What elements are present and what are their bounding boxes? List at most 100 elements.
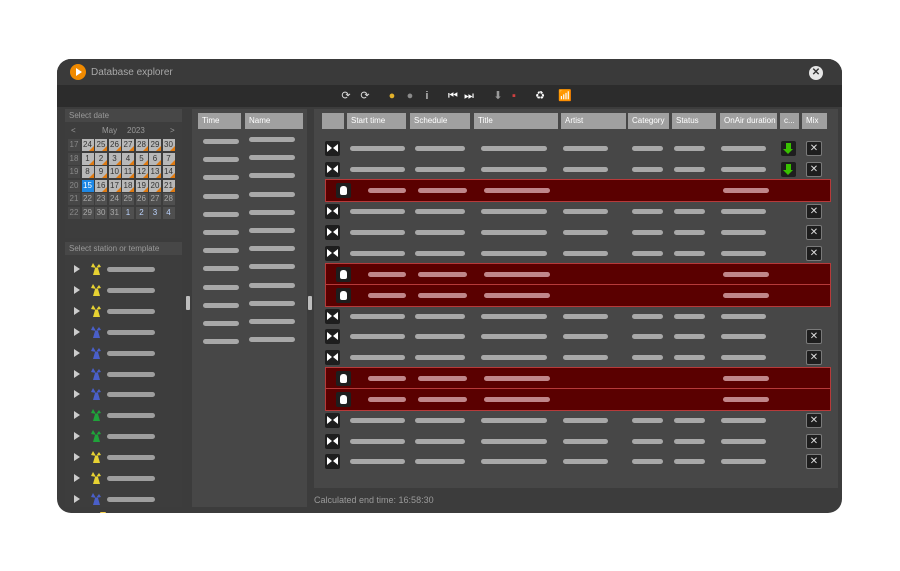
col-header[interactable]: Category [628,113,669,129]
expand-arrow-icon[interactable] [74,474,80,482]
schedule-name-cell[interactable] [249,228,295,233]
playlist-row[interactable]: ✕ [314,326,838,347]
calendar-day[interactable]: 5 [135,152,148,165]
calendar-day[interactable]: 26 [108,139,121,151]
playlist-row[interactable]: ✕ [314,222,838,243]
col-header[interactable]: Artist [561,113,626,129]
skip-first-icon[interactable]: ⏮ [446,89,460,103]
station-item[interactable] [65,364,182,385]
calendar-day[interactable]: 27 [149,193,161,205]
mix-icon[interactable]: ✕ [806,246,822,261]
mix-icon[interactable]: ✕ [806,204,822,219]
download-arrow-icon[interactable] [781,162,796,177]
schedule-time-cell[interactable] [203,248,239,254]
mix-icon[interactable]: ✕ [806,454,822,469]
playlist-row[interactable]: ✕ [314,138,838,159]
close-button[interactable]: ✕ [809,66,823,80]
schedule-time-cell[interactable] [203,193,239,199]
expand-arrow-icon[interactable] [74,306,80,315]
info-icon[interactable]: i [420,89,434,103]
schedule-name-cell[interactable] [249,209,295,215]
calendar-day[interactable]: 20 [149,179,161,192]
download-arrow-icon[interactable] [781,141,796,156]
calendar-day[interactable]: 24 [81,139,94,151]
transition-icon[interactable] [325,204,340,219]
col-header[interactable]: OnAir duration [720,113,777,129]
move-down-icon[interactable]: ⬇ [491,89,505,103]
transition-icon[interactable] [325,454,340,469]
next-month-button[interactable]: > [170,126,175,135]
station-item[interactable] [65,301,182,322]
schedule-time-cell[interactable] [203,230,239,235]
expand-arrow-icon[interactable] [74,453,80,462]
schedule-name-cell[interactable] [249,191,295,197]
schedule-time-cell[interactable] [203,175,239,181]
schedule-name-cell[interactable] [249,137,295,142]
playlist-row[interactable]: ✕ [314,159,838,180]
calendar-day[interactable]: 10 [108,166,121,178]
playlist-row[interactable]: ✕ [314,431,838,452]
calendar-day[interactable]: 29 [149,139,161,151]
calendar-day[interactable]: 31 [108,206,121,219]
schedule-time-cell[interactable] [203,321,239,326]
calendar-day[interactable]: 1 [122,206,134,219]
calendar-day[interactable]: 16 [95,179,107,192]
calendar-day[interactable]: 11 [122,166,134,178]
schedule-time-cell[interactable] [203,157,239,163]
signal-icon[interactable]: 📶 [558,89,572,103]
expand-arrow-icon[interactable] [74,327,80,336]
calendar-day[interactable]: 25 [122,193,134,205]
calendar-day[interactable]: 17 [108,179,121,192]
schedule-name-cell[interactable] [249,173,295,179]
schedule-time-cell[interactable] [203,302,239,308]
station-item[interactable] [65,405,182,426]
station-item[interactable] [65,384,182,405]
prev-month-button[interactable]: < [71,126,76,135]
expand-arrow-icon[interactable] [74,390,80,399]
playlist-row[interactable]: ✕ [314,201,838,222]
station-item[interactable] [65,510,182,513]
col-header[interactable]: Status [672,113,716,129]
schedule-name-cell[interactable] [249,264,295,270]
schedule-time-cell[interactable] [203,211,239,217]
record-disabled-icon[interactable]: ● [403,89,417,103]
calendar-day[interactable]: 21 [162,179,175,192]
transition-icon[interactable] [325,225,340,240]
schedule-time-cell[interactable] [203,339,239,345]
month-label[interactable]: May [102,126,117,135]
playlist-row[interactable] [325,367,831,390]
col-header[interactable]: Schedule [410,113,470,129]
calendar-day[interactable]: 22 [81,193,94,205]
transition-icon[interactable] [325,434,340,449]
clock-add-icon[interactable]: ⟳ [339,89,353,103]
transition-icon[interactable] [325,141,340,156]
calendar-day[interactable]: 30 [162,139,175,151]
right-splitter-handle[interactable] [308,296,312,310]
calendar-day[interactable]: 4 [122,152,134,165]
col-header-name[interactable]: Name [245,113,303,129]
transition-icon[interactable] [325,329,340,344]
year-label[interactable]: 2023 [127,126,145,135]
schedule-name-cell[interactable] [249,246,295,252]
calendar-day[interactable]: 4 [162,206,175,219]
skip-last-icon[interactable]: ⏭ [462,89,476,103]
playlist-row[interactable] [325,263,831,286]
transition-icon[interactable] [325,246,340,261]
station-item[interactable] [65,468,182,489]
expand-arrow-icon[interactable] [74,411,80,420]
station-item[interactable] [65,426,182,447]
calendar-day[interactable]: 8 [81,166,94,178]
calendar-day[interactable]: 3 [108,152,121,165]
playlist-row[interactable] [314,306,838,327]
playlist-row[interactable] [325,179,831,202]
mix-icon[interactable]: ✕ [806,141,822,156]
recycle-icon[interactable]: ♻ [533,89,547,103]
calendar-day[interactable]: 15 [81,179,94,192]
transition-icon[interactable] [325,413,340,428]
calendar-day[interactable]: 6 [149,152,161,165]
station-item[interactable] [65,447,182,468]
schedule-time-cell[interactable] [203,139,239,144]
transition-icon[interactable] [325,350,340,365]
expand-arrow-icon[interactable] [74,348,80,357]
calendar-day[interactable]: 26 [135,193,148,205]
